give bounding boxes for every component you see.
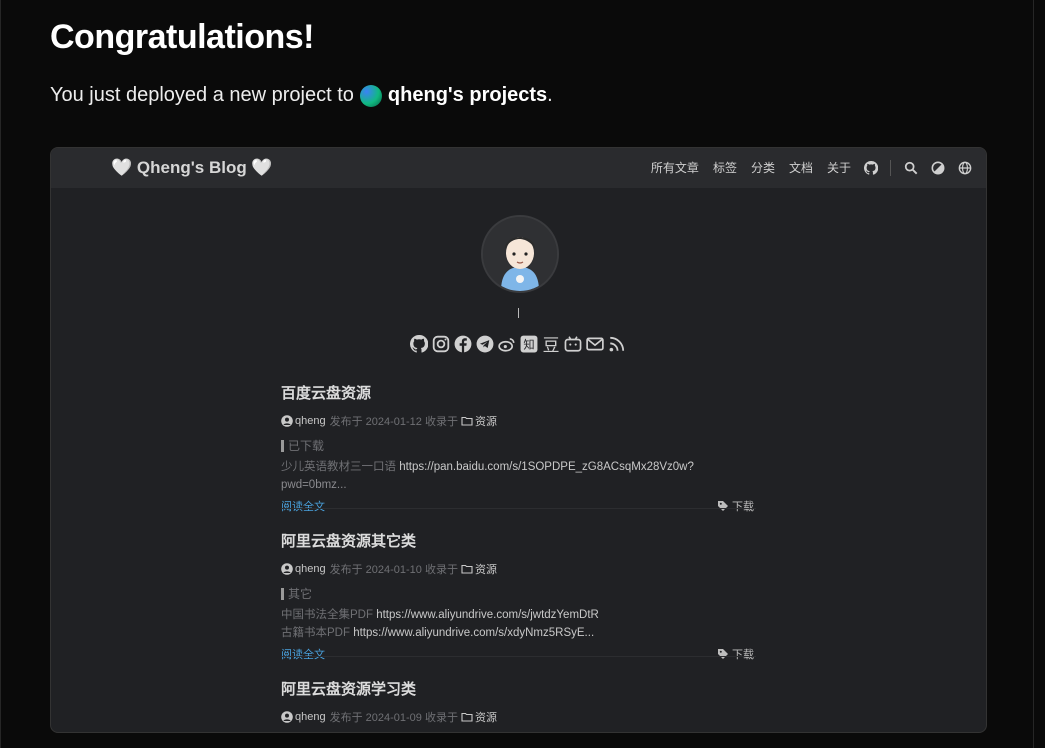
user-icon — [281, 563, 293, 575]
facebook-icon[interactable] — [454, 335, 472, 353]
quote-bar — [281, 587, 284, 600]
post-footer: 阅读全文 下载 — [281, 498, 756, 514]
svg-text:豆: 豆 — [543, 335, 560, 353]
post-subheading-text: 已下载 — [288, 439, 325, 453]
excerpt-line: 中国书法全集PDF https://www.aliyundrive.com/s/… — [281, 606, 756, 624]
post-divider — [281, 656, 756, 657]
post-excerpt: 中国书法全集PDF https://www.aliyundrive.com/s/… — [281, 606, 756, 642]
blog-nav: 所有文章 标签 分类 文档 关于 — [637, 159, 972, 176]
weibo-icon[interactable] — [498, 335, 516, 353]
github-icon[interactable] — [410, 335, 428, 353]
post-meta: qheng 发布于 2024-01-12 收录于 资源 — [281, 413, 756, 429]
search-icon[interactable] — [904, 161, 918, 175]
user-icon — [281, 415, 293, 427]
post-divider — [281, 508, 756, 509]
post-excerpt: 少儿英语教材三一口语 https://pan.baidu.com/s/1SOPD… — [281, 458, 756, 494]
frame-border-right — [1033, 0, 1034, 748]
frame-border-left — [0, 0, 1, 748]
excerpt-link[interactable]: https://www.aliyundrive.com/s/jwtdzYemDt… — [376, 609, 599, 621]
tag-icon — [717, 500, 729, 512]
social-links: 知 豆 — [410, 335, 630, 353]
post-tag[interactable]: 下载 — [717, 498, 754, 514]
page-title: Congratulations! — [50, 18, 314, 56]
post-subheading: 其它 — [281, 585, 756, 602]
nav-item-all-posts[interactable]: 所有文章 — [651, 159, 699, 176]
excerpt-text: 古籍书本PDF — [281, 627, 354, 639]
nav-item-about[interactable]: 关于 — [827, 159, 851, 176]
excerpt-link[interactable]: pwd=0bmz... — [281, 479, 347, 491]
post-category[interactable]: 资源 — [475, 709, 497, 725]
post-meta: qheng 发布于 2024-01-09 收录于 资源 — [281, 709, 756, 725]
nav-item-tags[interactable]: 标签 — [713, 159, 737, 176]
post-card: 阿里云盘资源其它类 qheng 发布于 2024-01-10 收录于 资源 其它… — [281, 530, 756, 662]
team-avatar — [359, 84, 382, 107]
post-subheading-text: 其它 — [288, 587, 313, 601]
post-date: 发布于 2024-01-12 收录于 — [329, 416, 458, 428]
nav-separator — [890, 159, 891, 176]
folder-icon — [461, 711, 473, 723]
nav-item-docs[interactable]: 文档 — [789, 159, 813, 176]
douban-icon[interactable]: 豆 — [542, 335, 560, 353]
post-meta: qheng 发布于 2024-01-10 收录于 资源 — [281, 561, 756, 577]
post-category[interactable]: 资源 — [475, 561, 497, 577]
deployment-preview[interactable]: 🤍 Qheng's Blog 🤍 所有文章 标签 分类 文档 关于 知 豆 百度… — [50, 147, 987, 733]
excerpt-text: 中国书法全集PDF — [281, 609, 377, 621]
tag-icon — [717, 648, 729, 660]
quote-bar — [281, 439, 284, 452]
nav-item-categories[interactable]: 分类 — [751, 159, 775, 176]
excerpt-line: 古籍书本PDF https://www.aliyundrive.com/s/xd… — [281, 624, 756, 642]
post-author[interactable]: qheng — [295, 711, 326, 723]
rss-icon[interactable] — [608, 335, 626, 353]
excerpt-text: 少儿英语教材三一口语 — [281, 461, 400, 473]
blog-header: 🤍 Qheng's Blog 🤍 所有文章 标签 分类 文档 关于 — [51, 148, 986, 188]
post-tag-label: 下载 — [732, 649, 754, 661]
folder-icon — [461, 563, 473, 575]
post-tag[interactable]: 下载 — [717, 646, 754, 662]
github-icon[interactable] — [864, 160, 878, 175]
blog-brand[interactable]: 🤍 Qheng's Blog 🤍 — [111, 158, 273, 178]
telegram-icon[interactable] — [476, 335, 494, 353]
blog-avatar[interactable] — [481, 215, 559, 293]
globe-icon[interactable] — [958, 161, 972, 175]
instagram-icon[interactable] — [432, 335, 450, 353]
zhihu-icon[interactable]: 知 — [520, 335, 538, 353]
post-author[interactable]: qheng — [295, 563, 326, 575]
theme-toggle-icon[interactable] — [931, 161, 945, 175]
post-card: 阿里云盘资源学习类 qheng 发布于 2024-01-09 收录于 资源 英语 — [281, 678, 756, 732]
post-card: 百度云盘资源 qheng 发布于 2024-01-12 收录于 资源 已下载 少… — [281, 382, 756, 514]
post-category[interactable]: 资源 — [475, 413, 497, 429]
text-cursor — [518, 308, 519, 318]
post-tag-label: 下载 — [732, 501, 754, 513]
folder-icon — [461, 415, 473, 427]
deploy-message: You just deployed a new project to qheng… — [50, 84, 553, 107]
team-name-link[interactable]: qheng's projects — [388, 84, 547, 107]
post-subheading: 已下载 — [281, 437, 756, 454]
excerpt-line: 少儿英语教材三一口语 https://pan.baidu.com/s/1SOPD… — [281, 458, 756, 476]
post-date: 发布于 2024-01-10 收录于 — [329, 564, 458, 576]
post-author[interactable]: qheng — [295, 415, 326, 427]
deploy-message-text: You just deployed a new project to — [50, 84, 354, 106]
read-more-link[interactable]: 阅读全文 — [281, 498, 325, 514]
post-title[interactable]: 阿里云盘资源其它类 — [281, 530, 756, 551]
svg-text:知: 知 — [523, 338, 534, 352]
post-date: 发布于 2024-01-09 收录于 — [329, 712, 458, 724]
post-footer: 阅读全文 下载 — [281, 646, 756, 662]
excerpt-line: pwd=0bmz... — [281, 476, 756, 494]
email-icon[interactable] — [586, 335, 604, 353]
post-title[interactable]: 百度云盘资源 — [281, 382, 756, 403]
deploy-message-suffix: . — [547, 84, 553, 106]
bilibili-icon[interactable] — [564, 335, 582, 353]
post-title[interactable]: 阿里云盘资源学习类 — [281, 678, 756, 699]
read-more-link[interactable]: 阅读全文 — [281, 646, 325, 662]
excerpt-link[interactable]: https://pan.baidu.com/s/1SOPDPE_zG8ACsqM… — [399, 461, 694, 473]
excerpt-link[interactable]: https://www.aliyundrive.com/s/xdyNmz5RSy… — [353, 627, 594, 639]
user-icon — [281, 711, 293, 723]
